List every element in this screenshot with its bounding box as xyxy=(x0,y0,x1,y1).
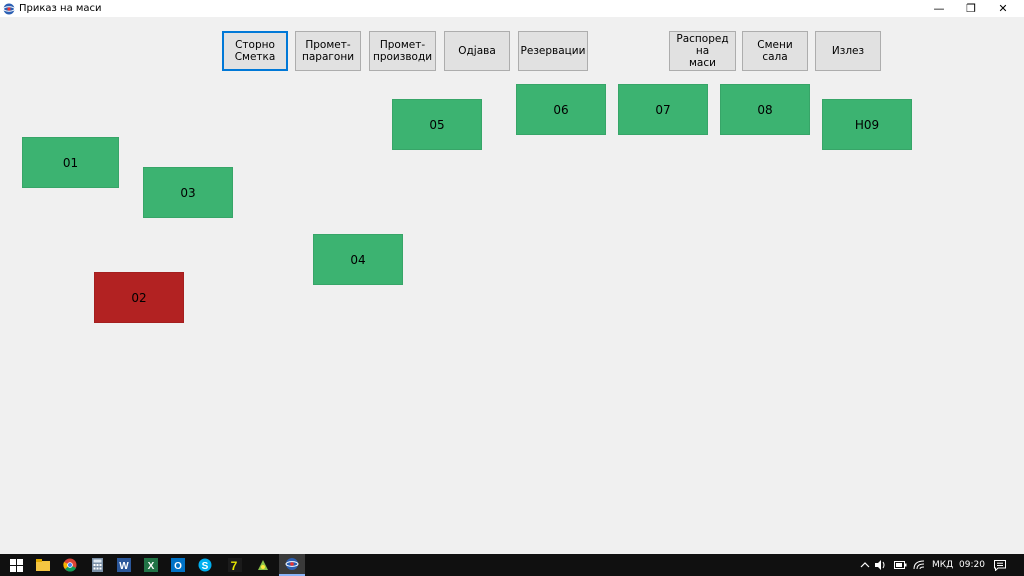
pos-app-icon[interactable] xyxy=(279,554,305,576)
show-hidden-icons-icon[interactable] xyxy=(858,554,872,576)
notifications-icon[interactable] xyxy=(993,554,1007,576)
logout-button[interactable]: Одјава xyxy=(444,31,510,71)
restore-button[interactable]: ❐ xyxy=(954,0,988,17)
taskbar: W X O S 7 МКД 09:20 xyxy=(0,554,1024,576)
svg-text:X: X xyxy=(148,561,155,572)
app-icon[interactable] xyxy=(250,554,276,576)
table-01[interactable]: 01 xyxy=(22,137,119,188)
window-title: Приказ на маси xyxy=(19,3,102,14)
volume-icon[interactable] xyxy=(874,554,888,576)
file-explorer-icon[interactable] xyxy=(30,554,56,576)
table-08[interactable]: 08 xyxy=(720,84,810,135)
exit-button[interactable]: Излез xyxy=(815,31,881,71)
reservations-button[interactable]: Резервации xyxy=(518,31,588,71)
input-language[interactable]: МКД xyxy=(932,554,953,576)
storno-bill-button[interactable]: Сторно Сметка xyxy=(222,31,288,71)
svg-text:S: S xyxy=(202,561,209,572)
wifi-icon[interactable] xyxy=(912,554,926,576)
clock[interactable]: 09:20 xyxy=(959,554,985,576)
table-layout-button[interactable]: Распоред на маси xyxy=(669,31,736,71)
table-02[interactable]: 02 xyxy=(94,272,184,323)
battery-icon[interactable] xyxy=(893,554,907,576)
table-h09[interactable]: H09 xyxy=(822,99,912,150)
app-logo-icon xyxy=(3,3,15,15)
svg-text:W: W xyxy=(119,561,129,572)
7zip-icon[interactable]: 7 xyxy=(222,554,248,576)
change-hall-button[interactable]: Смени сала xyxy=(742,31,808,71)
svg-text:O: O xyxy=(174,561,182,572)
table-07[interactable]: 07 xyxy=(618,84,708,135)
start-icon[interactable] xyxy=(3,554,29,576)
svg-text:7: 7 xyxy=(231,559,238,572)
skype-icon[interactable]: S xyxy=(192,554,218,576)
outlook-icon[interactable]: O xyxy=(165,554,191,576)
products-turnover-button[interactable]: Промет- производи xyxy=(369,31,436,71)
table-05[interactable]: 05 xyxy=(392,99,482,150)
close-button[interactable]: ✕ xyxy=(986,0,1020,17)
excel-icon[interactable]: X xyxy=(138,554,164,576)
table-06[interactable]: 06 xyxy=(516,84,606,135)
calculator-icon[interactable] xyxy=(84,554,110,576)
table-04[interactable]: 04 xyxy=(313,234,403,285)
minimize-button[interactable]: — xyxy=(922,0,956,17)
title-bar: Приказ на маси — ❐ ✕ xyxy=(0,0,1024,17)
word-icon[interactable]: W xyxy=(111,554,137,576)
receipts-turnover-button[interactable]: Промет- парагони xyxy=(295,31,361,71)
chrome-icon[interactable] xyxy=(57,554,83,576)
table-03[interactable]: 03 xyxy=(143,167,233,218)
